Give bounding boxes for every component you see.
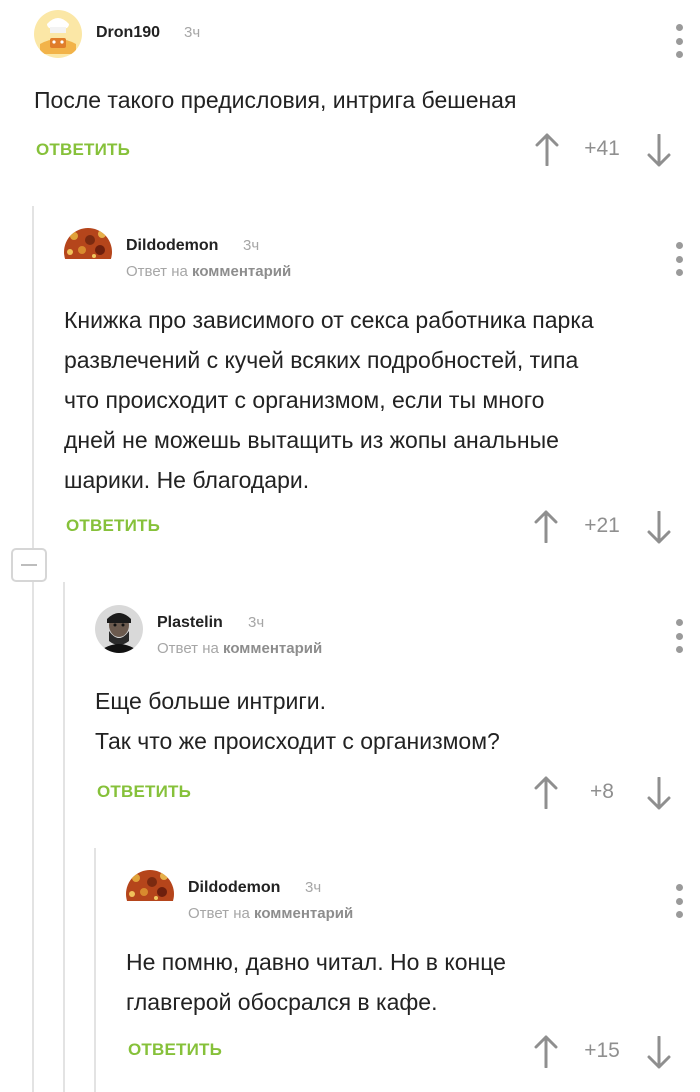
comment-text-line: шарики. Не благодари. (64, 467, 310, 493)
comment-time: 3ч (243, 237, 260, 254)
comment-text: Книжка про зависимого от секса работника… (64, 300, 594, 500)
avatar[interactable] (126, 870, 174, 918)
comment-text: После такого предисловия, интрига бешена… (34, 80, 516, 120)
arrow-down-icon[interactable] (646, 134, 672, 168)
more-vertical-icon[interactable] (674, 884, 684, 918)
reply-to-target[interactable]: комментарий (192, 263, 291, 280)
comment-text: Еще больше интриги. Так что же происходи… (95, 681, 500, 761)
arrow-down-icon[interactable] (646, 1036, 672, 1070)
comment-text-line: развлечений с кучей всяких подробностей,… (64, 347, 579, 373)
arrow-down-icon[interactable] (646, 777, 672, 811)
thread-line-level-1 (32, 206, 34, 1092)
comment: Dron190 3ч После такого предисловия, инт… (34, 10, 700, 180)
comment-time: 3ч (184, 24, 201, 41)
avatar[interactable] (64, 228, 112, 276)
comment-text-line: После такого предисловия, интрига бешена… (34, 87, 517, 113)
thread-line-level-3 (94, 848, 96, 1092)
comment-time: 3ч (248, 614, 265, 631)
comment-text: Не помню, давно читал. Но в конце главге… (126, 942, 506, 1022)
comment-text-line: дней не можешь вытащить из жопы анальные (64, 427, 559, 453)
arrow-down-icon[interactable] (646, 511, 672, 545)
rating: +21 (584, 514, 620, 537)
arrow-up-icon[interactable] (533, 775, 559, 809)
reply-button[interactable]: ОТВЕТИТЬ (36, 140, 130, 160)
rating: +8 (590, 780, 614, 803)
comment-text-line: Еще больше интриги. (95, 688, 327, 714)
comment-time: 3ч (305, 879, 322, 896)
avatar[interactable] (34, 10, 82, 58)
reply-to-prefix: Ответ на (157, 640, 219, 657)
reply-to-target[interactable]: комментарий (254, 905, 353, 922)
rating: +41 (584, 137, 620, 160)
reply-to-link[interactable]: Ответ на комментарий (188, 905, 353, 922)
collapse-thread-button[interactable] (11, 548, 47, 582)
more-vertical-icon[interactable] (674, 24, 684, 58)
arrow-up-icon[interactable] (533, 1034, 559, 1068)
more-vertical-icon[interactable] (674, 619, 684, 653)
reply-to-link[interactable]: Ответ на комментарий (157, 640, 322, 657)
reply-button[interactable]: ОТВЕТИТЬ (66, 516, 160, 536)
arrow-up-icon[interactable] (534, 132, 560, 166)
comment: Dildodemon 3ч Ответ на комментарий Не по… (126, 870, 700, 1085)
avatar[interactable] (95, 605, 143, 653)
reply-to-link[interactable]: Ответ на комментарий (126, 263, 291, 280)
comment-text-line: главгерой обосрался в кафе. (126, 989, 438, 1015)
username[interactable]: Dildodemon (126, 237, 218, 255)
rating: +15 (584, 1039, 620, 1062)
comment-text-line: что происходит с организмом, если ты мно… (64, 387, 545, 413)
username[interactable]: Dron190 (96, 24, 160, 42)
reply-to-target[interactable]: комментарий (223, 640, 322, 657)
comment: Dildodemon 3ч Ответ на комментарий Книжк… (64, 228, 700, 548)
more-vertical-icon[interactable] (674, 242, 684, 276)
comment-text-line: Так что же происходит с организмом? (95, 728, 500, 754)
thread-line-level-2 (63, 582, 65, 1092)
reply-button[interactable]: ОТВЕТИТЬ (128, 1040, 222, 1060)
minus-icon (21, 564, 37, 566)
reply-button[interactable]: ОТВЕТИТЬ (97, 782, 191, 802)
username[interactable]: Plastelin (157, 614, 223, 632)
username[interactable]: Dildodemon (188, 879, 280, 897)
arrow-up-icon[interactable] (533, 509, 559, 543)
comment: Plastelin 3ч Ответ на комментарий Еще бо… (95, 605, 700, 825)
comment-text-line: Книжка про зависимого от секса работника… (64, 307, 594, 333)
comment-text-line: Не помню, давно читал. Но в конце (126, 949, 506, 975)
reply-to-prefix: Ответ на (126, 263, 188, 280)
reply-to-prefix: Ответ на (188, 905, 250, 922)
